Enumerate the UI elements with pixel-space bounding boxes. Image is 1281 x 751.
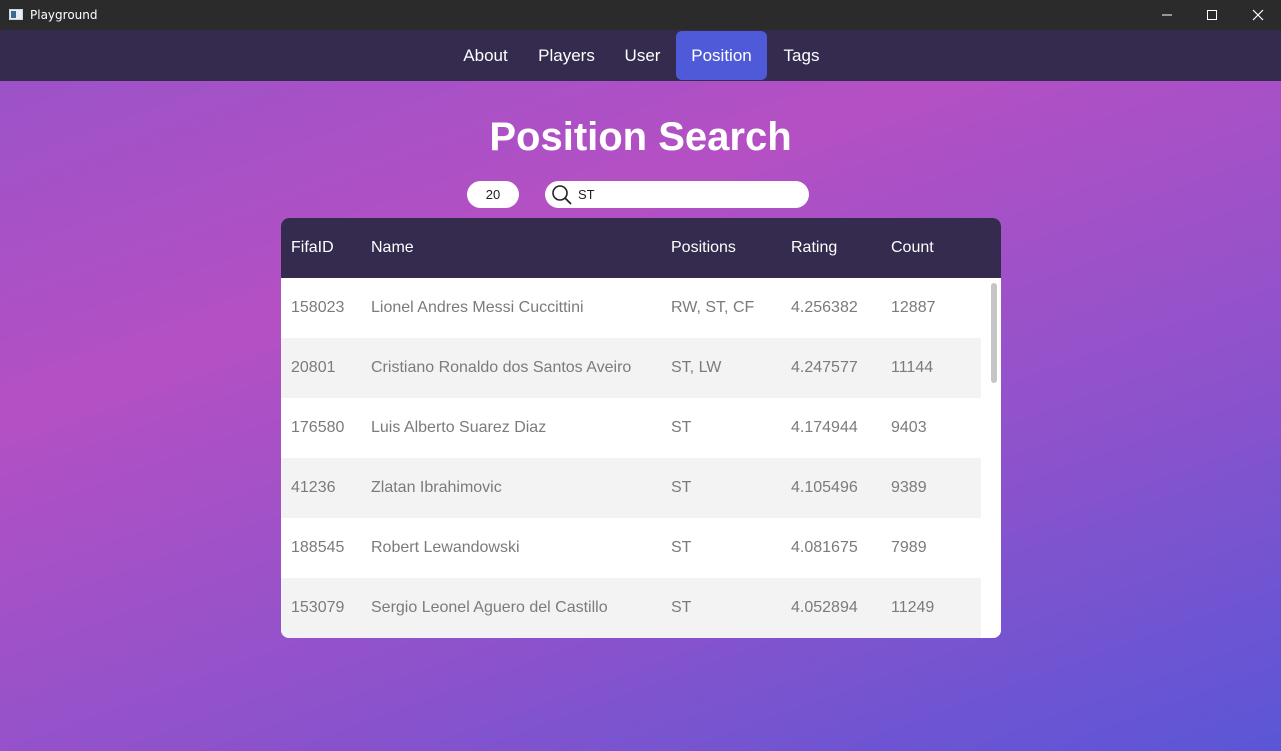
result-limit-input[interactable]: 20 <box>467 181 519 208</box>
cell-count: 12887 <box>891 299 936 316</box>
cell-rating: 4.081675 <box>791 539 858 556</box>
app-window: Playground About Players User Position T… <box>0 0 1281 751</box>
search-icon <box>552 185 572 205</box>
table-scrollbar[interactable] <box>981 278 1001 638</box>
title-bar: Playground <box>0 0 1281 30</box>
search-value: ST <box>578 187 595 202</box>
page-title: Position Search <box>489 115 792 159</box>
cell-name: Sergio Leonel Aguero del Castillo <box>371 599 608 616</box>
cell-count: 11249 <box>891 599 935 616</box>
cell-name: Luis Alberto Suarez Diaz <box>371 419 547 436</box>
search-input[interactable]: ST <box>545 181 809 208</box>
cell-rating: 4.256382 <box>791 299 858 316</box>
results-table: FifaID Name Positions Rating Count 15802… <box>281 218 1001 638</box>
cell-count: 9403 <box>891 419 927 436</box>
main-content: Position Search 20 ST FifaID Name Positi… <box>0 81 1281 751</box>
close-icon <box>1252 9 1264 21</box>
app-icon <box>9 9 23 20</box>
cell-rating: 4.052894 <box>791 599 858 616</box>
close-button[interactable] <box>1235 0 1281 30</box>
cell-fifaid: 158023 <box>291 299 345 316</box>
cell-positions: ST <box>671 539 692 556</box>
cell-count: 7989 <box>891 539 927 556</box>
cell-positions: ST, LW <box>671 359 722 376</box>
tab-user[interactable]: User <box>614 31 671 80</box>
top-nav: About Players User Position Tags <box>0 30 1281 81</box>
cell-name: Zlatan Ibrahimovic <box>371 479 502 496</box>
maximize-icon <box>1207 10 1217 20</box>
cell-rating: 4.105496 <box>791 479 858 496</box>
column-header-fifaid[interactable]: FifaID <box>291 218 334 278</box>
minimize-button[interactable] <box>1144 0 1190 30</box>
table-header: FifaID Name Positions Rating Count <box>281 218 1001 278</box>
cell-positions: ST <box>671 599 692 616</box>
table-row[interactable]: 41236 Zlatan Ibrahimovic ST 4.105496 938… <box>281 458 981 518</box>
cell-name: Cristiano Ronaldo dos Santos Aveiro <box>371 359 632 376</box>
cell-fifaid: 188545 <box>291 539 345 556</box>
table-row[interactable]: 188545 Robert Lewandowski ST 4.081675 79… <box>281 518 981 578</box>
cell-positions: ST <box>671 479 692 496</box>
cell-count: 11144 <box>891 359 934 376</box>
cell-count: 9389 <box>891 479 927 496</box>
column-header-count[interactable]: Count <box>891 218 934 278</box>
cell-fifaid: 20801 <box>291 359 336 376</box>
scrollbar-thumb[interactable] <box>991 283 997 383</box>
table-row[interactable]: 153079 Sergio Leonel Aguero del Castillo… <box>281 578 981 638</box>
cell-positions: ST <box>671 419 692 436</box>
minimize-icon <box>1162 14 1172 16</box>
table-row[interactable]: 158023 Lionel Andres Messi Cuccittini RW… <box>281 278 981 338</box>
table-row[interactable]: 176580 Luis Alberto Suarez Diaz ST 4.174… <box>281 398 981 458</box>
window-title: Playground <box>30 8 98 22</box>
cell-positions: RW, ST, CF <box>671 299 755 316</box>
tab-about[interactable]: About <box>452 31 519 80</box>
cell-name: Robert Lewandowski <box>371 539 520 556</box>
cell-fifaid: 176580 <box>291 419 345 436</box>
cell-rating: 4.247577 <box>791 359 858 376</box>
cell-fifaid: 153079 <box>291 599 345 616</box>
table-body: 158023 Lionel Andres Messi Cuccittini RW… <box>281 278 981 638</box>
cell-fifaid: 41236 <box>291 479 336 496</box>
maximize-button[interactable] <box>1189 0 1235 30</box>
column-header-name[interactable]: Name <box>371 218 414 278</box>
tab-position[interactable]: Position <box>676 31 767 80</box>
cell-rating: 4.174944 <box>791 419 858 436</box>
cell-name: Lionel Andres Messi Cuccittini <box>371 299 584 316</box>
tab-players[interactable]: Players <box>528 31 605 80</box>
column-header-positions[interactable]: Positions <box>671 218 736 278</box>
tab-tags[interactable]: Tags <box>772 31 831 80</box>
table-row[interactable]: 20801 Cristiano Ronaldo dos Santos Aveir… <box>281 338 981 398</box>
column-header-rating[interactable]: Rating <box>791 218 837 278</box>
